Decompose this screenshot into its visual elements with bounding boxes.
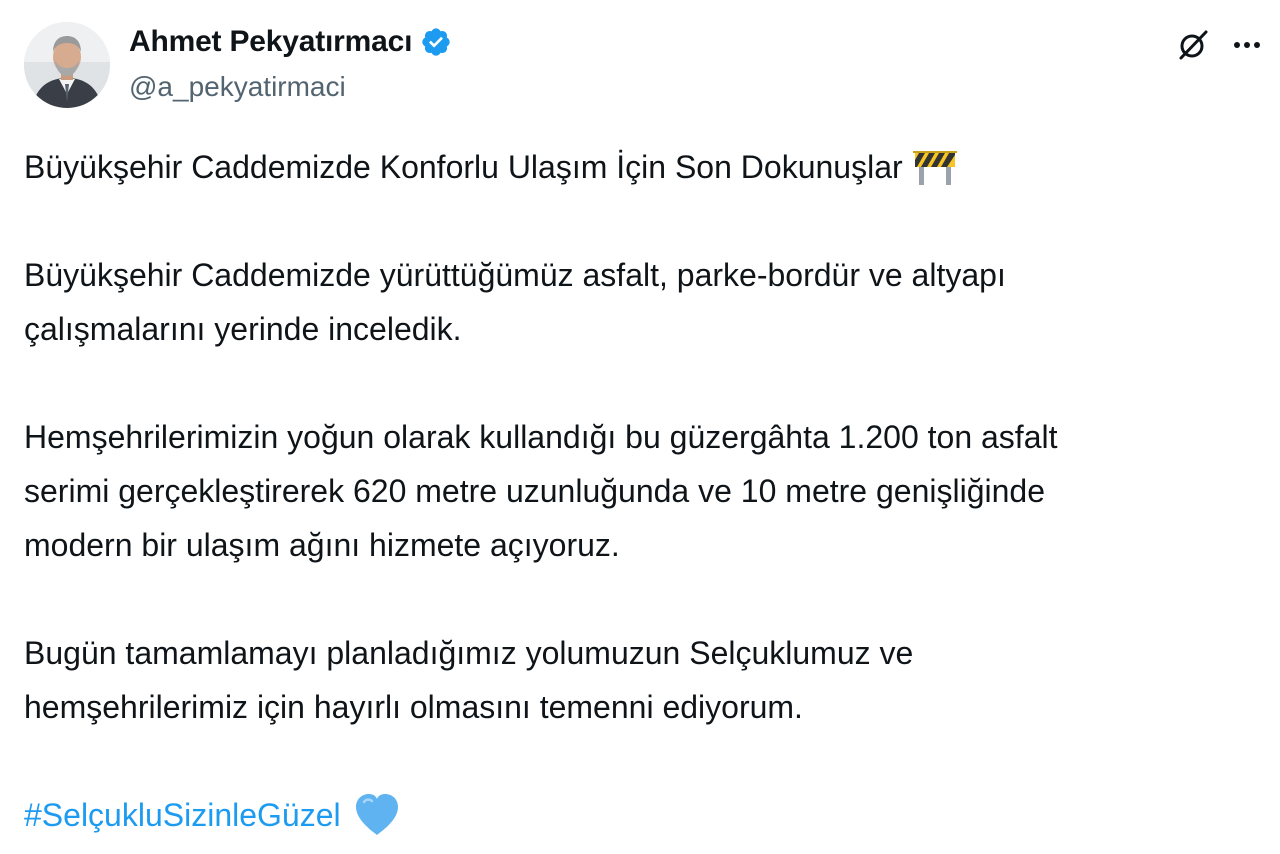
verified-badge-icon (420, 26, 452, 58)
display-name[interactable]: Ahmet Pekyatırmacı (129, 24, 412, 60)
tweet-paragraph-2: Büyükşehir Caddemizde yürüttüğümüz asfal… (24, 248, 1274, 356)
tweet-paragraph-3: Hemşehrilerimizin yoğun olarak kullandığ… (24, 410, 1274, 572)
construction-barrier-icon (912, 147, 957, 187)
tweet-line: modern bir ulaşım ağını hizmete açıyoruz… (24, 527, 620, 563)
tweet-header: Ahmet Pekyatırmacı @a_pekyatirmaci (0, 0, 1280, 120)
blue-heart-icon (353, 793, 401, 837)
tweet-line: serimi gerçekleştirerek 620 metre uzunlu… (24, 473, 1045, 509)
tweet-line: hemşehrilerimiz için hayırlı olmasını te… (24, 689, 803, 725)
tweet-line: Hemşehrilerimizin yoğun olarak kullandığ… (24, 419, 1058, 455)
hashtag-link[interactable]: #SelçukluSizinleGüzel (24, 788, 341, 842)
tweet-line: Bugün tamamlamayı planladığımız yolumuzu… (24, 635, 914, 671)
tweet-line: Büyükşehir Caddemizde yürüttüğümüz asfal… (24, 257, 1006, 293)
avatar[interactable] (24, 22, 110, 108)
tweet-title-line: Büyükşehir Caddemizde Konforlu Ulaşım İç… (24, 149, 903, 185)
grok-icon (1179, 30, 1208, 60)
tweet-paragraph-5: #SelçukluSizinleGüzel (24, 788, 1274, 842)
name-row: Ahmet Pekyatırmacı (129, 24, 452, 60)
more-dots-icon (1234, 42, 1260, 48)
grok-button[interactable] (1172, 24, 1214, 66)
tweet-text: Büyükşehir Caddemizde Konforlu Ulaşım İç… (24, 140, 1274, 842)
more-options-button[interactable] (1226, 24, 1268, 66)
user-handle[interactable]: @a_pekyatirmaci (129, 70, 346, 104)
avatar-photo-icon (24, 22, 110, 108)
tweet-paragraph-1: Büyükşehir Caddemizde Konforlu Ulaşım İç… (24, 140, 1274, 194)
tweet-line: çalışmalarını yerinde inceledik. (24, 311, 462, 347)
tweet-card: Ahmet Pekyatırmacı @a_pekyatirmaci Büyük… (0, 0, 1280, 854)
tweet-paragraph-4: Bugün tamamlamayı planladığımız yolumuzu… (24, 626, 1274, 734)
